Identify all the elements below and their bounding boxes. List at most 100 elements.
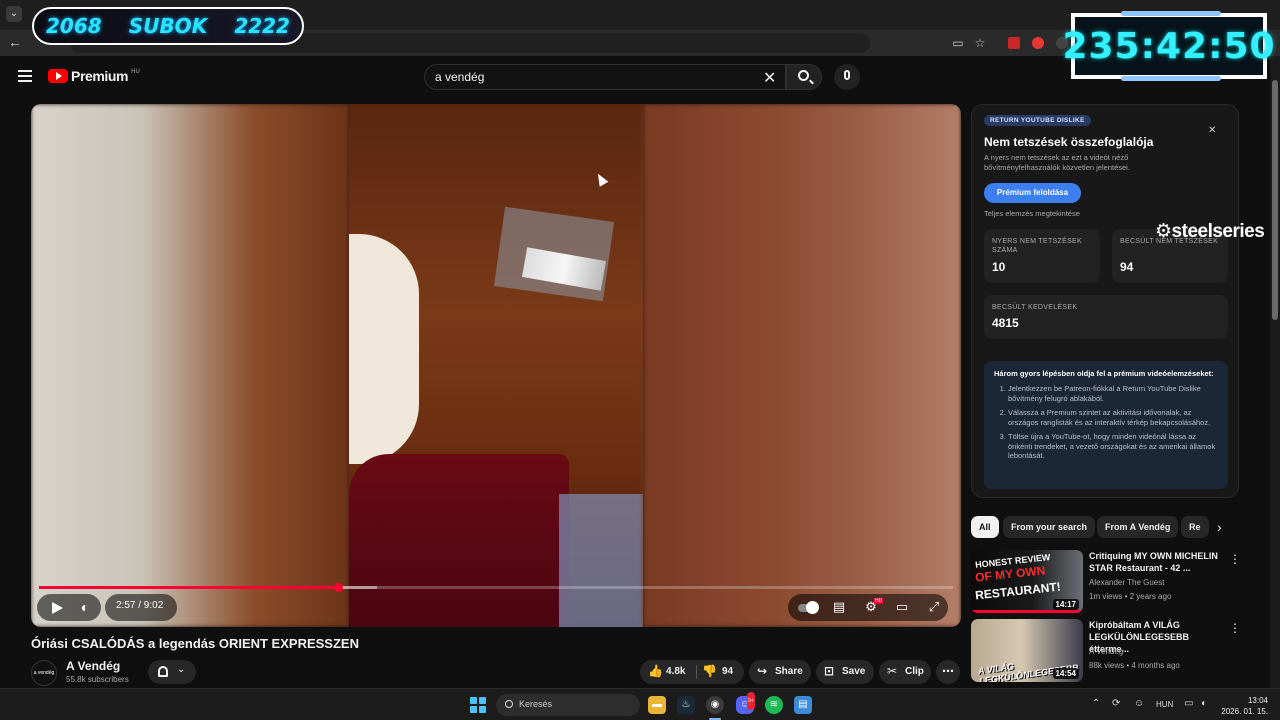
like-count[interactable]: 4.8k bbox=[666, 666, 685, 677]
bookmark-icon: ⊡ bbox=[824, 664, 835, 678]
clear-search-icon[interactable]: ✕ bbox=[763, 68, 776, 88]
recommendation-item[interactable]: HONEST REVIEW OF MY OWN RESTAURANT! 14:1… bbox=[971, 550, 1241, 614]
volume-icon[interactable]: ◖ bbox=[1200, 698, 1206, 709]
spotify-icon[interactable]: ≋ bbox=[765, 696, 783, 714]
search-icon bbox=[505, 700, 513, 708]
extension-icon[interactable] bbox=[1032, 37, 1044, 49]
recommendation-channel[interactable]: Alexander The Guest bbox=[1089, 578, 1164, 587]
unlock-premium-button[interactable]: Prémium feloldása bbox=[984, 183, 1081, 203]
back-arrow-icon[interactable]: ← bbox=[8, 34, 22, 50]
chevron-up-icon[interactable]: ⌃ bbox=[1092, 698, 1100, 709]
steam-icon[interactable]: ♨ bbox=[677, 696, 695, 714]
more-vertical-icon[interactable]: ⋮ bbox=[1229, 621, 1241, 635]
subscriber-count: 55.8k subscribers bbox=[66, 675, 129, 684]
system-clock[interactable]: 13:04 2026. 01. 15. bbox=[1220, 695, 1268, 717]
stream-timer-overlay: 235:42:50 bbox=[1062, 11, 1275, 81]
thumbs-down-icon[interactable]: 👎 bbox=[702, 664, 717, 678]
file-explorer-icon[interactable]: ▬ bbox=[648, 696, 666, 714]
microphone-icon bbox=[844, 70, 850, 80]
save-button[interactable]: ⊡ Save bbox=[816, 660, 874, 684]
playback-controls: ◐ bbox=[37, 594, 101, 621]
steelseries-logo: ⚙steelseries bbox=[1155, 221, 1265, 242]
chrome-icon[interactable]: ◉ bbox=[706, 696, 724, 714]
display-icon[interactable]: ▭ bbox=[1184, 698, 1193, 709]
scrubber-handle[interactable] bbox=[333, 583, 343, 592]
time-pill: 2:57 / 9:02 bbox=[105, 594, 177, 621]
more-horizontal-icon: ⋯ bbox=[942, 664, 954, 678]
chip-related[interactable]: Re bbox=[1181, 516, 1209, 538]
chevron-right-icon[interactable]: › bbox=[1217, 519, 1222, 535]
video-title: Óriási CSALÓDÁS a legendás ORIENT EXPRES… bbox=[31, 636, 359, 651]
progress-bar[interactable] bbox=[39, 583, 953, 592]
right-controls: ▤ ⚙ HD ▭ ⤢ bbox=[788, 594, 948, 621]
recommendation-title[interactable]: Critiquing MY OWN MICHELIN STAR Restaura… bbox=[1089, 550, 1221, 574]
youtube-premium-logo[interactable]: Premium HU bbox=[48, 68, 140, 84]
discord-tray-icon[interactable]: ☺ bbox=[1134, 698, 1144, 709]
theater-mode-icon[interactable]: ▭ bbox=[895, 600, 909, 614]
ryd-title: Nem tetszések összefoglalója bbox=[984, 135, 1154, 149]
channel-name[interactable]: A Vendég bbox=[66, 659, 120, 673]
chip-all[interactable]: All bbox=[971, 516, 999, 538]
share-button[interactable]: ↪ Share bbox=[749, 660, 811, 684]
voice-search-button[interactable] bbox=[834, 64, 860, 90]
chip-from-your-search[interactable]: From your search bbox=[1003, 516, 1096, 538]
duration-badge: 14:54 bbox=[1052, 668, 1079, 679]
search-box bbox=[424, 64, 786, 90]
search-input[interactable] bbox=[435, 70, 755, 84]
clip-button[interactable]: ✂ Clip bbox=[879, 660, 931, 684]
counter-current: 2068 bbox=[46, 14, 102, 38]
hd-badge: HD bbox=[874, 598, 884, 604]
fullscreen-icon[interactable]: ⤢ bbox=[927, 600, 941, 614]
step-item: Jelentkezzen be Patreon-fiókkal a Return… bbox=[1008, 384, 1218, 403]
network-icon[interactable]: ⟳ bbox=[1112, 698, 1120, 709]
video-thumbnail[interactable]: HONEST REVIEW OF MY OWN RESTAURANT! 14:1… bbox=[971, 550, 1083, 613]
scrollbar-thumb[interactable] bbox=[1272, 80, 1278, 320]
notification-badge: 9+ bbox=[747, 692, 755, 710]
notepad-icon[interactable]: ▤ bbox=[794, 696, 812, 714]
video-frame-blur-left bbox=[31, 104, 349, 627]
discord-icon[interactable]: ☺ 9+ bbox=[736, 692, 755, 714]
page-scrollbar[interactable] bbox=[1270, 56, 1280, 688]
cast-icon[interactable]: ▭ bbox=[950, 35, 966, 51]
search-icon bbox=[798, 70, 809, 81]
recommendation-meta: 1m views • 2 years ago bbox=[1089, 592, 1172, 601]
recommendation-channel[interactable]: A Vendég bbox=[1089, 647, 1123, 656]
bell-icon bbox=[158, 666, 168, 677]
premium-steps-box: Három gyors lépésben oldja fel a prémium… bbox=[984, 361, 1228, 489]
notification-bell-button[interactable]: ⌄ bbox=[148, 660, 196, 684]
tab-search-button[interactable]: ⌄ bbox=[6, 6, 22, 22]
more-actions-button[interactable]: ⋯ bbox=[936, 660, 960, 684]
recommendation-meta: 88k views • 4 months ago bbox=[1089, 661, 1180, 670]
close-icon[interactable]: ✕ bbox=[1208, 125, 1216, 136]
chevron-down-icon: ⌄ bbox=[177, 664, 186, 675]
like-dislike-group: 👍 4.8k 👎 94 bbox=[640, 660, 744, 684]
language-indicator[interactable]: HUN bbox=[1156, 700, 1173, 709]
bookmark-star-icon[interactable]: ☆ bbox=[972, 35, 988, 51]
scissors-icon: ✂ bbox=[887, 664, 898, 678]
played-bar bbox=[39, 586, 338, 589]
duration-badge: 14:17 bbox=[1052, 599, 1079, 610]
video-thumbnail[interactable]: A VILÁG LEGKÜLÖNLEGESEBB ÉTT 14:54 bbox=[971, 619, 1083, 682]
full-analysis-link[interactable]: Teljes elemzés megtekintése bbox=[984, 209, 1080, 218]
recommendation-item[interactable]: A VILÁG LEGKÜLÖNLEGESEBB ÉTT 14:54 Kipró… bbox=[971, 619, 1241, 683]
more-vertical-icon[interactable]: ⋮ bbox=[1229, 552, 1241, 566]
chip-from-channel[interactable]: From A Vendég bbox=[1097, 516, 1179, 538]
search-button[interactable] bbox=[786, 64, 822, 90]
step-item: Töltse újra a YouTube-ot, hogy minden vi… bbox=[1008, 432, 1218, 461]
step-item: Válassza a Premium szintet az aktivitási… bbox=[1008, 408, 1218, 427]
video-player[interactable]: ◐ 2:57 / 9:02 ▤ ⚙ HD ▭ ⤢ bbox=[31, 104, 961, 627]
channel-avatar[interactable]: a vendég bbox=[31, 660, 57, 686]
subtitles-icon[interactable]: ▤ bbox=[832, 600, 846, 614]
ryd-description: A nyers nem tetszések az ezt a videót né… bbox=[984, 153, 1130, 172]
volume-icon[interactable]: ◐ bbox=[73, 594, 97, 621]
youtube-play-icon bbox=[48, 69, 68, 83]
windows-start-icon[interactable] bbox=[470, 697, 486, 713]
dislike-count[interactable]: 94 bbox=[722, 666, 733, 677]
autoplay-toggle[interactable] bbox=[798, 601, 819, 614]
stat-raw-dislikes: NYERS NEM TETSZÉSEK SZÁMA 10 bbox=[984, 229, 1100, 283]
extension-icon[interactable] bbox=[1008, 37, 1020, 49]
thumbs-up-icon[interactable]: 👍 bbox=[648, 664, 663, 678]
taskbar-search[interactable]: Keresés bbox=[496, 694, 640, 716]
play-icon[interactable] bbox=[52, 602, 63, 614]
menu-icon[interactable] bbox=[18, 70, 32, 82]
